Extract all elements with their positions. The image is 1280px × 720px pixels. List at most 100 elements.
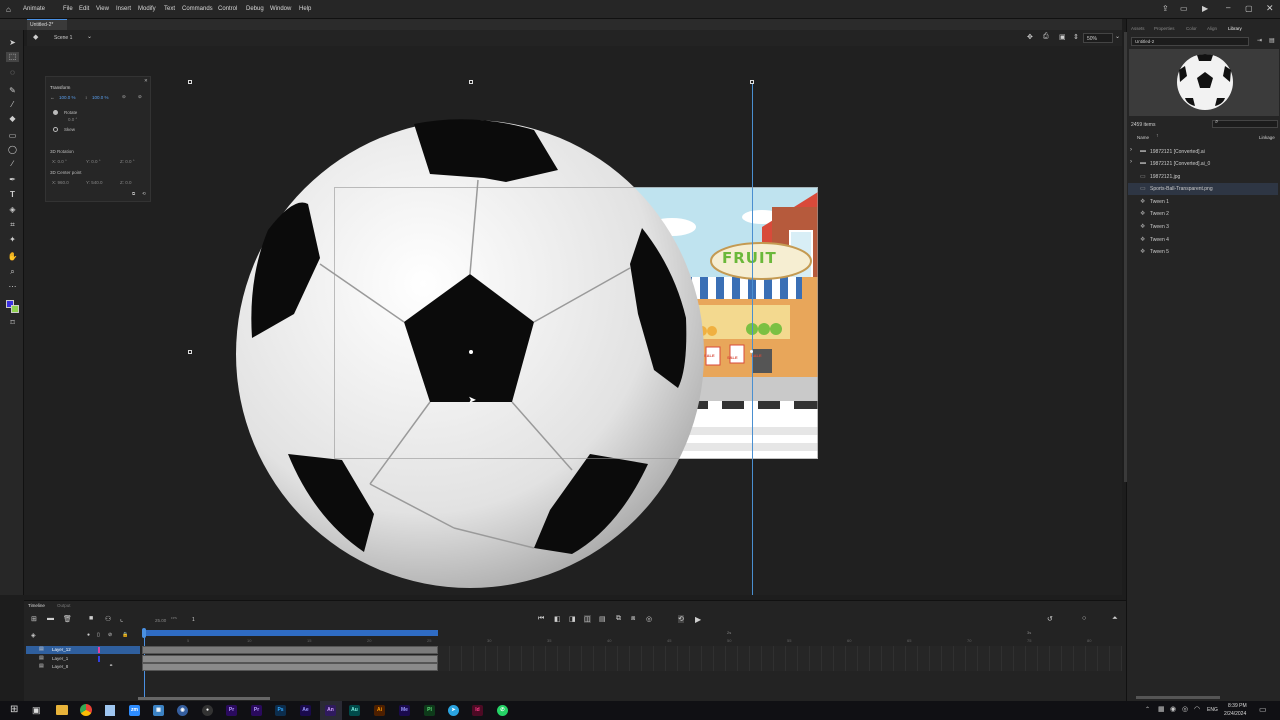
taskbar-app-icon[interactable]: Pr xyxy=(251,705,262,716)
reset-icon[interactable]: ⊘ xyxy=(138,94,142,100)
rotate-value[interactable]: 0.0 ° xyxy=(68,117,77,122)
frame-tools-icon[interactable]: ⧈ xyxy=(631,615,635,623)
wifi-icon[interactable]: ◠ xyxy=(1194,705,1200,713)
list-item[interactable]: 19872121.jpg xyxy=(1150,174,1180,180)
scale-height-field[interactable]: 100.0 % xyxy=(92,95,109,100)
expand-icon[interactable]: ⇕ xyxy=(1073,33,1079,41)
outline-icon[interactable]: ▯ xyxy=(97,632,100,638)
list-item[interactable]: Tween 5 xyxy=(1150,249,1169,255)
clock-date[interactable]: 2/24/2024 xyxy=(1224,711,1246,717)
rotation-x-field[interactable]: X: 0.0 ° xyxy=(52,159,67,164)
list-item[interactable]: Tween 2 xyxy=(1150,211,1169,217)
notepad-icon[interactable] xyxy=(105,705,115,716)
rectangle-tool-icon[interactable]: ▭ xyxy=(6,131,19,141)
crop-tool-icon[interactable]: ⌑ xyxy=(6,318,19,328)
tab-color[interactable]: Color xyxy=(1186,26,1197,31)
whatsapp-icon[interactable]: ✆ xyxy=(497,705,508,716)
center-z-field[interactable]: Z: 0.0 xyxy=(120,180,132,185)
network-icon[interactable]: ▦ xyxy=(1158,705,1165,713)
brush-tool-icon[interactable]: ⁄ xyxy=(6,100,19,110)
menu-view[interactable]: View xyxy=(96,6,109,12)
taskbar-app-icon[interactable]: zm xyxy=(129,705,140,716)
list-item[interactable]: Sports-Ball-Transparent.png xyxy=(1150,186,1213,192)
file-explorer-icon[interactable] xyxy=(56,705,68,715)
new-layer-icon[interactable]: ⊞ xyxy=(31,615,37,623)
center-stage-icon[interactable]: ✥ xyxy=(1027,33,1033,41)
constrain-icon[interactable]: ⊝ xyxy=(122,94,126,100)
column-linkage[interactable]: Linkage xyxy=(1259,135,1275,140)
timeline-zoom-slider[interactable] xyxy=(1136,696,1220,699)
new-library-icon[interactable]: ▤ xyxy=(1269,37,1275,44)
text-tool-icon[interactable]: T xyxy=(6,190,19,200)
test-movie-icon[interactable]: ▶ xyxy=(1202,4,1208,13)
taskbar-app-icon[interactable]: Au xyxy=(349,705,360,716)
menu-window[interactable]: Window xyxy=(270,6,291,12)
free-transform-tool-icon[interactable]: ⬚ xyxy=(6,52,19,62)
menu-text[interactable]: Text xyxy=(164,6,175,12)
lasso-tool-icon[interactable]: ◌ xyxy=(6,68,19,78)
onion-skin-icon[interactable]: ◫ xyxy=(584,615,591,623)
skew-radio[interactable] xyxy=(53,127,58,132)
rotate-radio[interactable] xyxy=(53,110,58,115)
transform-handle[interactable] xyxy=(750,80,754,84)
chrome-icon[interactable] xyxy=(80,704,92,716)
chevron-down-icon[interactable]: ⌄ xyxy=(1115,33,1120,40)
collapse-icon[interactable]: ⏶ xyxy=(1112,615,1118,623)
new-folder-icon[interactable]: ▬ xyxy=(47,615,54,622)
transform-point[interactable] xyxy=(469,350,473,354)
list-item[interactable]: Tween 4 xyxy=(1150,237,1169,243)
center-x-field[interactable]: X: 960.0 xyxy=(52,180,69,185)
eraser-tool-icon[interactable]: ◆ xyxy=(6,114,19,124)
view-options-icon[interactable]: ◎ xyxy=(646,615,652,623)
fill-color-swatch[interactable] xyxy=(11,305,19,313)
telegram-icon[interactable]: ➤ xyxy=(448,705,459,716)
expand-arrow-icon[interactable]: › xyxy=(1130,159,1132,165)
highlight-icon[interactable]: ● xyxy=(87,632,90,638)
tray-icon[interactable]: ◉ xyxy=(1170,705,1176,713)
minimize-icon[interactable]: – xyxy=(1226,3,1230,12)
task-view-icon[interactable]: ▣ xyxy=(32,705,41,716)
taskbar-app-icon[interactable]: ◉ xyxy=(177,705,188,716)
eyedropper-tool-icon[interactable]: ⌗ xyxy=(6,220,19,230)
pen-tool-icon[interactable]: ✒ xyxy=(6,175,19,185)
zoom-field[interactable]: 50% xyxy=(1083,33,1113,43)
record-icon[interactable]: ○ xyxy=(1082,615,1086,622)
windows-start-icon[interactable]: ⊞ xyxy=(10,704,18,715)
parent-icon[interactable]: ⚇ xyxy=(105,615,111,623)
first-frame-icon[interactable]: ⏮ xyxy=(538,615,544,623)
oval-tool-icon[interactable]: ◯ xyxy=(6,145,19,155)
menu-help[interactable]: Help xyxy=(299,6,311,12)
taskbar-app-icon[interactable]: Ai xyxy=(374,705,385,716)
paint-brush-tool-icon[interactable]: ✎ xyxy=(6,86,19,96)
taskbar-app-icon[interactable]: Ae xyxy=(300,705,311,716)
menu-edit[interactable]: Edit xyxy=(79,6,89,12)
rotation-y-field[interactable]: Y: 0.0 ° xyxy=(86,159,101,164)
parent-link-icon[interactable]: ⚭ xyxy=(109,663,113,669)
hand-tool-icon[interactable]: ✋ xyxy=(6,252,19,262)
sort-arrow-icon[interactable]: ↑ xyxy=(1156,133,1159,139)
layer-name[interactable]: Layer_12 xyxy=(52,647,71,652)
pin-tool-icon[interactable]: ✦ xyxy=(6,235,19,245)
transform-handle[interactable] xyxy=(188,350,192,354)
close-icon[interactable]: ✕ xyxy=(1266,3,1274,14)
close-icon[interactable]: ✕ xyxy=(144,78,148,84)
taskbar-app-icon[interactable]: Id xyxy=(472,705,483,716)
prev-keyframe-icon[interactable]: ◧ xyxy=(554,615,561,623)
maximize-icon[interactable]: ▢ xyxy=(1245,4,1253,13)
loop-icon[interactable]: ⟲ xyxy=(678,615,684,623)
menu-modify[interactable]: Modify xyxy=(138,6,156,12)
tab-output[interactable]: Output xyxy=(57,603,71,608)
menu-commands[interactable]: Commands xyxy=(182,6,213,12)
horizontal-scrollbar[interactable] xyxy=(138,697,270,700)
frame-value[interactable]: 1 xyxy=(192,617,195,623)
menu-file[interactable]: File xyxy=(63,6,73,12)
lock-icon[interactable]: 🔒 xyxy=(122,632,128,638)
fps-value[interactable]: 25.00 xyxy=(155,618,166,623)
taskbar-app-icon[interactable]: ▦ xyxy=(153,705,164,716)
empty-frames[interactable] xyxy=(438,646,1122,671)
workspace-icon[interactable]: ▭ xyxy=(1180,4,1188,13)
reset-icon[interactable]: ⟲ xyxy=(142,191,146,197)
library-search-input[interactable] xyxy=(1212,120,1278,128)
more-tools-icon[interactable]: ⋯ xyxy=(6,282,19,292)
home-icon[interactable]: ⌂ xyxy=(6,5,11,14)
